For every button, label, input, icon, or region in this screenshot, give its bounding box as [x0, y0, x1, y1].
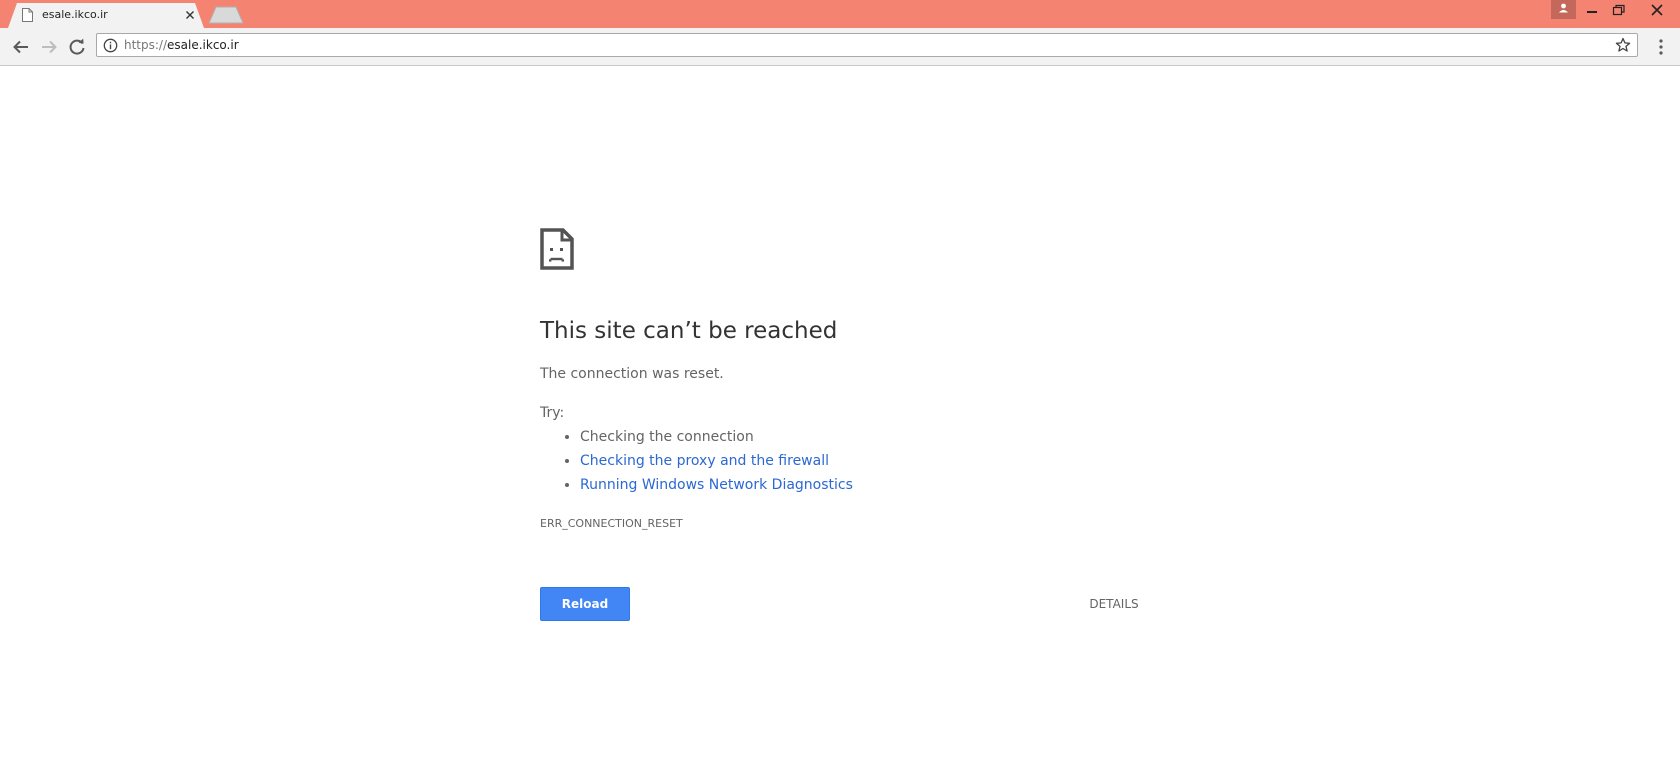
suggestion-check-proxy: Checking the proxy and the firewall	[580, 449, 853, 473]
browser-tab[interactable]: esale.ikco.ir	[8, 3, 204, 28]
reload-icon[interactable]	[66, 36, 88, 58]
address-bar[interactable]: https://esale.ikco.ir	[96, 33, 1638, 57]
back-arrow-icon[interactable]	[10, 36, 32, 58]
new-tab-button[interactable]	[208, 6, 244, 24]
reload-button[interactable]: Reload	[540, 587, 630, 621]
suggestion-check-connection: Checking the connection	[580, 425, 853, 449]
restore-icon[interactable]	[1604, 0, 1632, 20]
error-summary: The connection was reset.	[540, 366, 724, 382]
browser-toolbar: https://esale.ikco.ir	[0, 28, 1680, 66]
profile-button[interactable]	[1551, 0, 1576, 19]
forward-arrow-icon[interactable]	[38, 36, 60, 58]
sad-page-icon	[540, 228, 574, 270]
network-diagnostics-link[interactable]: Running Windows Network Diagnostics	[580, 477, 853, 493]
proxy-firewall-link[interactable]: Checking the proxy and the firewall	[580, 453, 829, 469]
error-headline: This site can’t be reached	[540, 318, 838, 344]
details-button[interactable]: DETAILS	[1074, 594, 1154, 614]
url-text[interactable]: https://esale.ikco.ir	[124, 38, 239, 52]
close-tab-icon[interactable]	[183, 8, 197, 22]
minimize-icon[interactable]	[1578, 0, 1606, 20]
person-icon	[1559, 3, 1568, 13]
window-titlebar: esale.ikco.ir	[0, 0, 1680, 28]
suggestion-text: Checking the connection	[580, 429, 754, 445]
suggestion-list: Checking the connection Checking the pro…	[540, 425, 853, 497]
tab-title: esale.ikco.ir	[42, 8, 108, 21]
info-icon[interactable]	[103, 38, 118, 53]
page-icon	[22, 8, 33, 22]
suggestion-network-diagnostics: Running Windows Network Diagnostics	[580, 473, 853, 497]
try-label: Try:	[540, 405, 565, 421]
url-scheme: https://	[124, 38, 168, 52]
bookmark-star-icon[interactable]	[1615, 37, 1631, 53]
url-host: esale.ikco.ir	[167, 38, 239, 52]
error-code: ERR_CONNECTION_RESET	[540, 517, 683, 530]
close-window-icon[interactable]	[1634, 0, 1680, 20]
menu-dots-icon[interactable]	[1650, 36, 1672, 58]
